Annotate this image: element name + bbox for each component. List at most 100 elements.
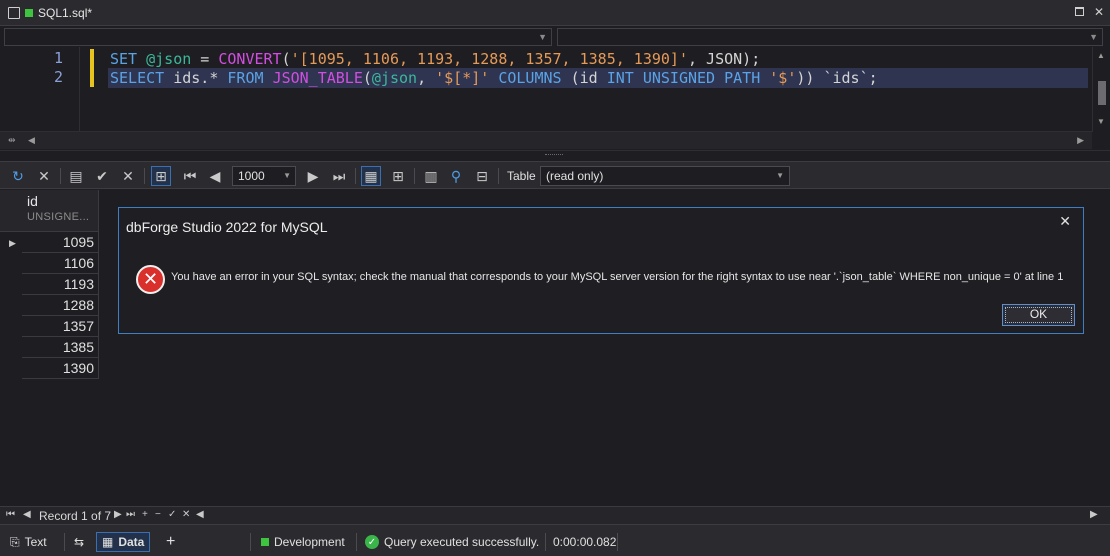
add-record-icon[interactable]: + [142, 509, 148, 520]
export-icon[interactable]: ⊟ [472, 166, 492, 186]
next-page-icon[interactable]: ▶ [303, 166, 323, 186]
string-literal: '$[*]' [435, 69, 490, 87]
ok-button[interactable]: OK [1002, 304, 1075, 326]
table-row[interactable]: 1390 [22, 358, 99, 379]
connection-select[interactable]: ▼ [4, 28, 552, 46]
keyword: FROM [227, 69, 264, 87]
grid-icon: ▦ [102, 535, 114, 549]
table-row[interactable]: 1095 [22, 232, 99, 253]
cancel-icon[interactable]: ✕ [34, 166, 54, 186]
swap-icon[interactable]: ⇆ [74, 532, 84, 552]
refresh-icon[interactable]: ↻ [8, 166, 28, 186]
table-row[interactable]: 1288 [22, 295, 99, 316]
chevron-down-icon: ▼ [538, 32, 547, 42]
function: JSON_TABLE [272, 69, 363, 87]
scroll-left-icon[interactable]: ◀ [28, 135, 35, 146]
code-text: , JSON); [687, 50, 761, 68]
table-mode-value: (read only) [546, 169, 604, 183]
post-edit-icon[interactable]: ✓ [168, 509, 176, 520]
environment-color-icon [261, 538, 269, 546]
string-literal: '[1095, 1106, 1193, 1288, 1357, 1385, 13… [290, 50, 688, 68]
toolbar-separator [355, 168, 356, 184]
table-row[interactable]: 1106 [22, 253, 99, 274]
operator: = [191, 50, 219, 68]
split-icon[interactable]: ⇹ [8, 135, 16, 146]
card-view-icon[interactable]: ⊞ [388, 166, 408, 186]
code-line-1[interactable]: SET @json = CONVERT('[1095, 1106, 1193, … [110, 49, 760, 69]
apply-changes-icon[interactable]: ✔ [92, 166, 112, 186]
table-select[interactable]: (read only) ▼ [540, 166, 790, 186]
previous-record-icon[interactable]: ◀ [23, 509, 31, 520]
status-separator [545, 533, 546, 551]
maximize-icon[interactable] [1074, 7, 1084, 16]
code-line-2[interactable]: SELECT ids.* FROM JSON_TABLE(@json, '$[*… [110, 68, 878, 88]
toolbar-separator [60, 168, 61, 184]
delete-record-icon[interactable]: − [155, 509, 161, 520]
code-text: (id [561, 69, 607, 87]
window-buttons: ✕ [1074, 5, 1104, 19]
status-separator [617, 533, 618, 551]
sql-editor[interactable]: 1 2 SET @json = CONVERT('[1095, 1106, 11… [0, 47, 1090, 131]
document-tab-bar: SQL1.sql* ✕ [0, 0, 1110, 26]
current-row-icon: ▶ [9, 238, 16, 248]
editor-vertical-scrollbar[interactable]: ▲ ▼ [1092, 47, 1110, 132]
punctuation: ( [281, 50, 291, 68]
first-page-icon[interactable]: ⏮ [180, 166, 200, 186]
chevron-down-icon: ▼ [1089, 32, 1098, 42]
tab-data[interactable]: ▦ Data [96, 532, 151, 552]
cancel-edit-icon[interactable]: ✕ [182, 509, 190, 520]
splitter-grip[interactable] [545, 154, 563, 157]
insert-row-icon[interactable]: ▤ [66, 166, 86, 186]
grid-view-icon[interactable]: ▦ [361, 166, 381, 186]
close-icon[interactable]: ✕ [1094, 5, 1104, 19]
toolbar-separator [414, 168, 415, 184]
last-page-icon[interactable]: ⏭ [329, 166, 349, 186]
database-select[interactable]: ▼ [557, 28, 1103, 46]
table-row[interactable]: 1385 [22, 337, 99, 358]
query-status: ✓ Query executed successfully. [365, 532, 539, 552]
elapsed-time: 0:00:00.082 [553, 535, 617, 549]
page-size-select[interactable]: 1000 ▼ [232, 166, 296, 186]
next-record-icon[interactable]: ▶ [114, 509, 122, 520]
columns-icon[interactable]: ▥ [421, 166, 441, 186]
status-message: Query executed successfully. [384, 535, 540, 549]
modified-indicator-icon [25, 9, 33, 17]
change-marker [90, 49, 94, 87]
scroll-right-icon[interactable]: ▶ [1090, 509, 1098, 520]
column-header-id[interactable]: id UNSIGNE... [22, 190, 99, 232]
scroll-down-icon[interactable]: ▼ [1097, 117, 1105, 126]
scroll-thumb[interactable] [1098, 81, 1106, 105]
status-separator [64, 533, 65, 551]
first-record-icon[interactable]: ⏮ [6, 509, 15, 520]
table-row[interactable]: 1357 [22, 316, 99, 337]
keyword: PATH [724, 69, 761, 87]
status-separator [250, 533, 251, 551]
scroll-right-icon[interactable]: ▶ [1077, 135, 1084, 146]
dialog-close-icon[interactable]: ✕ [1059, 213, 1071, 230]
add-tab-button[interactable]: + [166, 532, 175, 552]
previous-page-icon[interactable]: ◀ [205, 166, 225, 186]
dialog-title: dbForge Studio 2022 for MySQL [126, 219, 328, 235]
line-number-gutter: 1 2 [0, 47, 80, 131]
environment-indicator[interactable]: Development [261, 532, 345, 552]
environment-label: Development [274, 535, 345, 549]
scroll-up-icon[interactable]: ▲ [1097, 51, 1105, 60]
toolbar-separator [144, 168, 145, 184]
results-toolbar: ↻ ✕ ▤ ✔ ✕ ⊞ ⏮ ◀ 1000 ▼ ▶ ⏭ ▦ ⊞ ▥ ⚲ ⊟ Tabl… [0, 161, 1110, 189]
tab-text-label: Text [24, 535, 47, 549]
scroll-left-icon[interactable]: ◀ [196, 509, 204, 520]
keyword: COLUMNS [498, 69, 562, 87]
last-record-icon[interactable]: ⏭ [126, 509, 135, 520]
editor-horizontal-scrollbar[interactable]: ⇹ ◀ ▶ [0, 131, 1092, 149]
tab-sql1[interactable]: SQL1.sql* [2, 2, 100, 24]
discard-changes-icon[interactable]: ✕ [118, 166, 138, 186]
pane-splitter[interactable] [0, 150, 1110, 160]
paginate-icon[interactable]: ⊞ [151, 166, 171, 186]
table-row[interactable]: 1193 [22, 274, 99, 295]
tab-text[interactable]: ⎘ Text [10, 532, 47, 552]
find-icon[interactable]: ⚲ [446, 166, 466, 186]
keyword: INT UNSIGNED [606, 69, 716, 87]
tab-title: SQL1.sql* [38, 6, 93, 20]
keyword: SELECT [110, 69, 165, 87]
table-label: Table [507, 169, 536, 183]
